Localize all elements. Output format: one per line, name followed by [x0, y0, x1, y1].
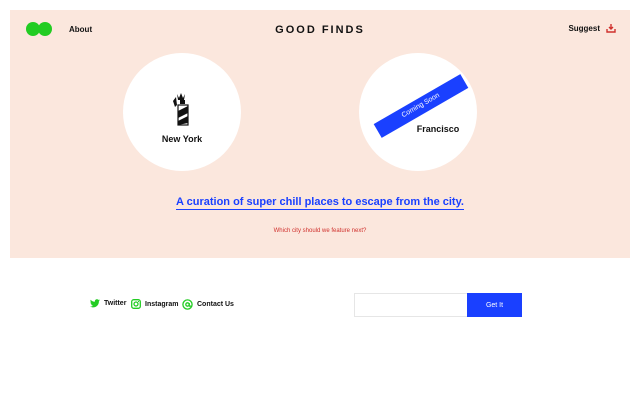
- contact-link[interactable]: Contact Us: [182, 299, 234, 310]
- feature-city-link[interactable]: Which city should we feature next?: [10, 228, 630, 234]
- city-card-san-francisco[interactable]: Francisco Coming Soon: [359, 53, 477, 171]
- upload-tray-icon: [606, 23, 616, 33]
- get-it-button[interactable]: Get It: [467, 293, 522, 317]
- city-name: Francisco: [416, 124, 460, 134]
- twitter-label: Twitter: [104, 300, 127, 307]
- instagram-label: Instagram: [145, 300, 179, 308]
- instagram-icon: [131, 299, 141, 309]
- contact-label: Contact Us: [197, 301, 234, 308]
- city-card-new-york[interactable]: New York: [123, 53, 241, 171]
- email-input[interactable]: [354, 293, 468, 317]
- at-sign-icon: [182, 299, 193, 310]
- instagram-link[interactable]: Instagram: [131, 299, 178, 309]
- tagline: A curation of super chill places to esca…: [10, 192, 630, 210]
- statue-of-liberty-icon: [170, 93, 194, 132]
- suggest-label: Suggest: [568, 23, 600, 33]
- twitter-link[interactable]: Twitter: [90, 299, 126, 308]
- suggest-link[interactable]: Suggest: [568, 23, 616, 33]
- city-name: New York: [161, 134, 203, 144]
- twitter-icon: [90, 299, 100, 308]
- brand-title: GOOD FINDS: [275, 24, 365, 36]
- tagline-text: A curation of super chill places to esca…: [176, 196, 464, 210]
- hero-section: About GOOD FINDS Suggest New York Franci…: [10, 10, 630, 258]
